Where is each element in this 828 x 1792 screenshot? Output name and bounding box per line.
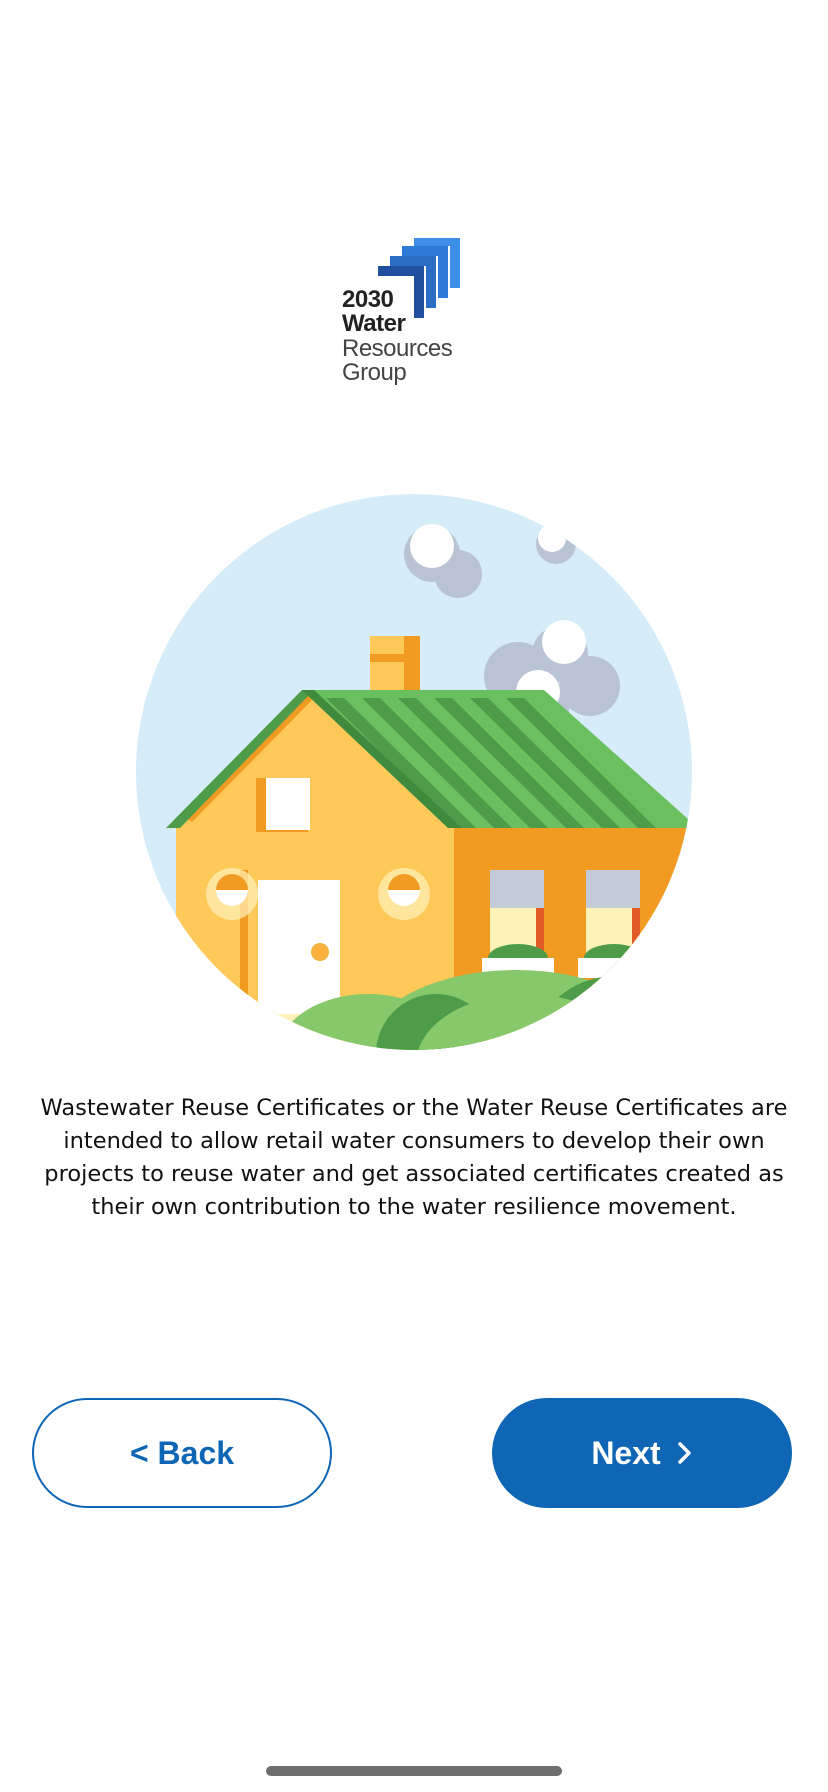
next-button-label: Next <box>591 1434 661 1471</box>
back-button-label: < Back <box>129 1434 235 1471</box>
home-indicator[interactable] <box>266 1766 562 1776</box>
logo-text: 2030 Water Resources Group <box>342 286 453 387</box>
back-button[interactable]: < Back <box>32 1398 332 1508</box>
house-illustration <box>136 494 692 1050</box>
chevron-right-icon <box>677 1442 691 1464</box>
onboarding-description: Wastewater Reuse Certificates or the Wat… <box>40 1095 788 1220</box>
logo-line-2: Water <box>342 310 406 338</box>
next-button[interactable]: Next <box>492 1398 792 1508</box>
logo-line-1: 2030 <box>342 286 394 313</box>
logo-line-3: Resources <box>342 334 453 362</box>
logo-line-4: Group <box>342 359 407 387</box>
brand-logo: 2030 Water Resources Group <box>338 238 478 388</box>
